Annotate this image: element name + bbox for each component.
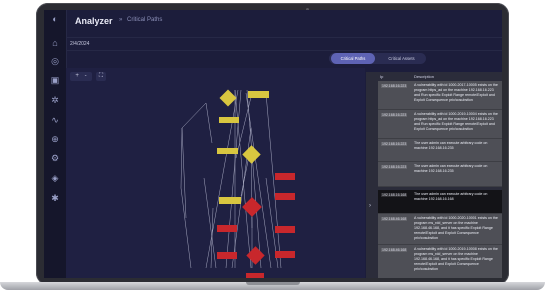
row-description: A vulnerability with id 1000-2017-10005 … (414, 83, 498, 102)
breadcrumb-separator: » (119, 17, 123, 23)
graph-node[interactable] (275, 193, 295, 200)
date-label: 2/4/2024 (70, 41, 90, 47)
graph-node[interactable] (275, 226, 295, 233)
column-header-ip[interactable]: Ip (380, 73, 384, 81)
graph-node[interactable] (275, 173, 295, 180)
row-ip: 192.168.46.168 (381, 248, 408, 252)
tab-critical-assets[interactable]: Critical Assets (379, 53, 424, 64)
row-ip: 192.168.16.223 (381, 113, 408, 117)
row-ip: 192.168.16.223 (381, 84, 408, 88)
row-ip: 192.168.16.223 (381, 165, 408, 169)
row-description: The user admin can execute arbitrary cod… (414, 192, 488, 201)
graph-edges (180, 89, 282, 269)
divider (66, 37, 502, 38)
settings-icon[interactable]: ✲ (50, 95, 60, 105)
fit-view-button[interactable]: ⛶ (96, 72, 106, 81)
graph-node[interactable] (248, 91, 269, 98)
laptop-notch (246, 282, 300, 285)
graph-node[interactable] (217, 148, 238, 154)
table-row[interactable]: 192.168.16.223 A vulnerability with id 1… (378, 110, 502, 139)
config-icon[interactable]: ✱ (50, 193, 60, 203)
table-row[interactable]: 192.168.16.223 The user admin can execut… (378, 162, 502, 187)
row-description: The user admin can execute arbitrary cod… (414, 141, 488, 150)
graph-node[interactable] (217, 225, 237, 232)
home-icon[interactable]: ⌂ (50, 38, 60, 48)
table-row-selected[interactable]: 192.168.16.168 The user admin can execut… (378, 190, 502, 214)
row-expand-icon[interactable]: › (369, 203, 371, 209)
zoom-out-button[interactable]: - (85, 72, 87, 81)
row-description: The user admin can execute arbitrary cod… (414, 164, 488, 173)
attack-graph-canvas[interactable] (66, 68, 365, 278)
target-icon[interactable]: ◎ (50, 56, 60, 66)
app-title: Analyzer (75, 16, 113, 26)
table-row[interactable]: 192.168.16.223 The user admin can execut… (378, 139, 502, 162)
shield-icon[interactable]: ◈ (50, 173, 60, 183)
row-ip: 192.168.16.223 (381, 142, 408, 146)
gear-icon[interactable]: ⚙ (50, 153, 60, 163)
row-description: A vulnerability with id 1000-2019-10008 … (414, 247, 498, 271)
row-ip: 192.168.46.168 (381, 217, 408, 221)
row-description: A vulnerability with id 1000-2019-10004 … (414, 112, 498, 131)
breadcrumb[interactable]: Critical Paths (127, 17, 162, 23)
sidebar: ◐ ⌂ ◎ ▣ ✲ ∿ ⊕ ⚙ ◈ ✱ (44, 10, 67, 278)
network-icon[interactable]: ⊕ (50, 134, 60, 144)
row-description: A vulnerability with id 1000-2020-10001 … (414, 216, 498, 240)
column-header-description[interactable]: Description (414, 73, 435, 81)
divider (66, 50, 502, 51)
logo-icon[interactable]: ◐ (50, 14, 60, 24)
graph-node[interactable] (246, 273, 264, 278)
table-row[interactable]: 192.168.46.168 A vulnerability with id 1… (378, 214, 502, 245)
fit-icon: ⛶ (98, 73, 104, 79)
graph-node[interactable] (217, 252, 237, 259)
graph-node[interactable] (219, 197, 241, 204)
view-toggle: Critical Paths Critical Assets (329, 53, 426, 64)
graph-node[interactable] (219, 117, 239, 123)
row-ip: 192.168.16.168 (381, 193, 408, 197)
table-row[interactable]: 192.168.16.223 A vulnerability with id 1… (378, 81, 502, 110)
tab-critical-paths[interactable]: Critical Paths (331, 53, 375, 64)
table-row[interactable]: 192.168.46.168 A vulnerability with id 1… (378, 245, 502, 278)
app-screen: ◐ ⌂ ◎ ▣ ✲ ∿ ⊕ ⚙ ◈ ✱ Analyzer » Critical … (44, 10, 502, 278)
zoom-controls: + - (70, 72, 92, 81)
zoom-in-button[interactable]: + (75, 72, 79, 81)
monitor-icon[interactable]: ▣ (50, 75, 60, 85)
chart-icon[interactable]: ∿ (50, 115, 60, 125)
graph-node[interactable] (275, 251, 295, 258)
